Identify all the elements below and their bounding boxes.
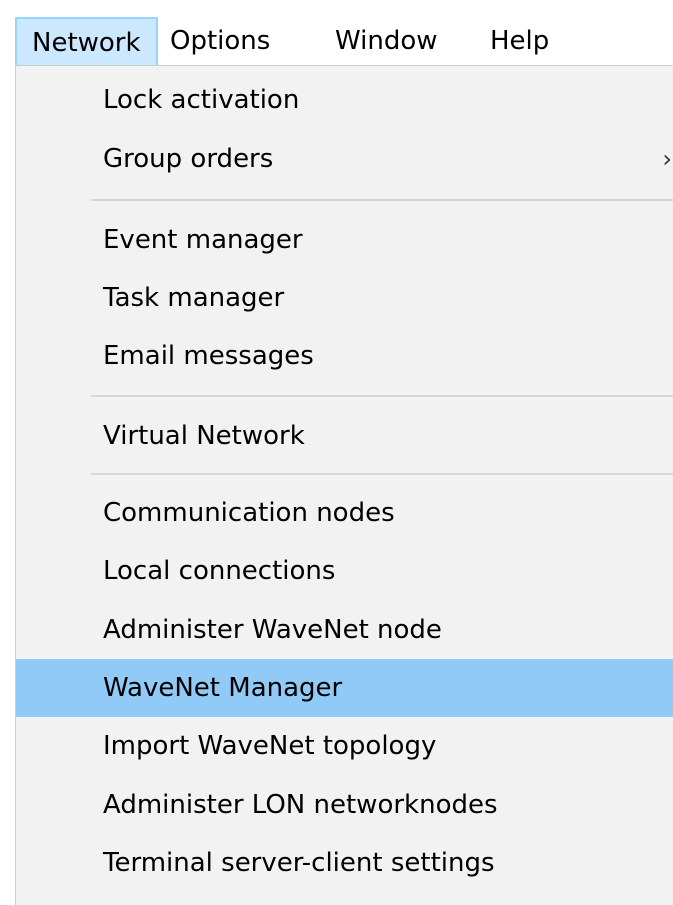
menu-separator	[91, 395, 673, 397]
menu-window[interactable]: Window	[320, 17, 453, 66]
menu-help[interactable]: Help	[475, 17, 564, 66]
menu-item-label: WaveNet Manager	[103, 673, 343, 703]
menu-item-administer-lon-networknodes[interactable]: Administer LON networknodes	[16, 776, 673, 834]
menu-item-task-manager[interactable]: Task manager	[16, 269, 673, 327]
network-dropdown-menu: Lock activation Group orders › Event man…	[15, 65, 673, 905]
menu-item-local-connections[interactable]: Local connections	[16, 542, 673, 600]
menu-item-label: Communication nodes	[103, 498, 395, 528]
menu-item-label: Event manager	[103, 225, 303, 255]
menu-options[interactable]: Options	[155, 17, 285, 66]
menu-item-virtual-network[interactable]: Virtual Network	[16, 407, 673, 465]
menu-bar: Network Options Window Help	[0, 0, 673, 66]
menu-item-label: Virtual Network	[103, 421, 305, 451]
menu-item-label: Administer WaveNet node	[103, 615, 442, 645]
menu-item-label: Group orders	[103, 144, 274, 174]
menu-item-import-wavenet-topology[interactable]: Import WaveNet topology	[16, 717, 673, 775]
menu-item-wavenet-manager[interactable]: WaveNet Manager	[16, 659, 673, 717]
menu-network[interactable]: Network	[15, 17, 158, 66]
menu-item-administer-wavenet-node[interactable]: Administer WaveNet node	[16, 601, 673, 659]
menu-item-email-messages[interactable]: Email messages	[16, 327, 673, 385]
menu-item-label: Lock activation	[103, 85, 300, 115]
menu-item-event-manager[interactable]: Event manager	[16, 211, 673, 269]
menu-item-label: Task manager	[103, 283, 285, 313]
menu-item-label: Import WaveNet topology	[103, 731, 437, 761]
menu-item-label: Administer LON networknodes	[103, 790, 498, 820]
menu-item-label: Local connections	[103, 556, 336, 586]
menu-item-lock-activation[interactable]: Lock activation	[16, 71, 673, 129]
menu-item-label: Email messages	[103, 341, 314, 371]
menu-item-terminal-server-client-settings[interactable]: Terminal server-client settings	[16, 834, 673, 892]
menu-separator	[91, 199, 673, 201]
menu-item-group-orders[interactable]: Group orders ›	[16, 130, 673, 188]
menu-item-communication-nodes[interactable]: Communication nodes	[16, 484, 673, 542]
chevron-right-icon: ›	[662, 145, 672, 173]
menu-separator	[91, 473, 673, 475]
menu-item-label: Terminal server-client settings	[103, 848, 495, 878]
